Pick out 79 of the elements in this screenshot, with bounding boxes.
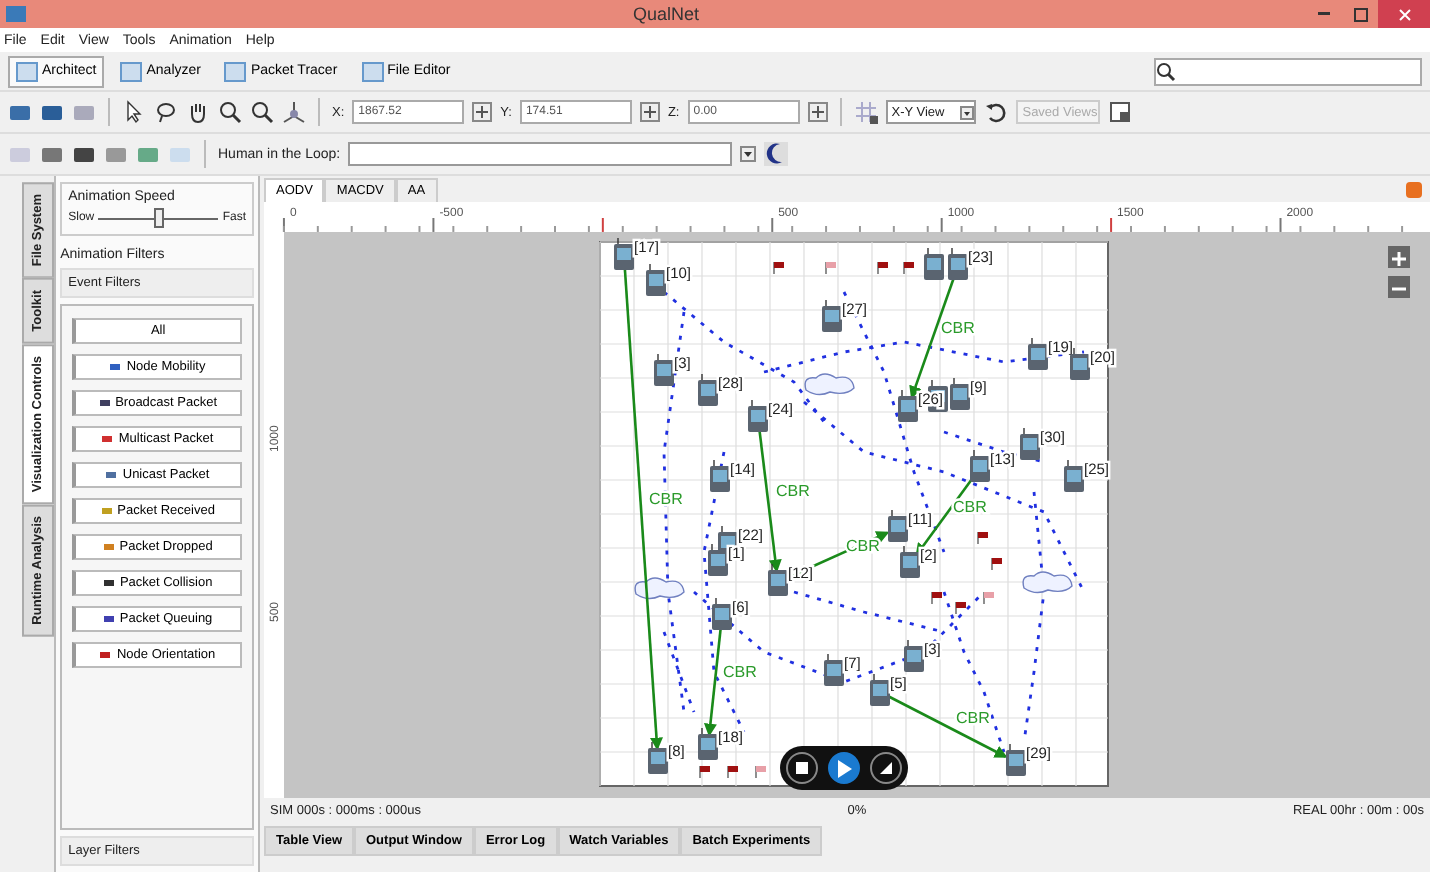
play-button[interactable] [827,752,860,784]
cloud-icon [634,577,685,600]
device-icon [1006,743,1026,776]
flag-icon [755,765,766,779]
device-icon [614,237,634,270]
device-icon [824,653,844,686]
zoom-out-icon[interactable] [250,100,274,124]
search-field[interactable] [1154,57,1422,85]
link-label: CBR [956,709,990,727]
hand-icon[interactable] [186,100,210,124]
dropdown-icon [960,105,975,119]
link-label: CBR [941,319,975,337]
device-icon [970,449,990,482]
flag-icon [699,765,710,779]
zoom-in-icon[interactable] [218,100,242,124]
link-label: CBR [723,663,757,681]
cloud-icon [804,373,855,396]
stop-button[interactable] [785,752,818,784]
window-title: QualNet [630,4,702,24]
spinner-icon[interactable] [639,102,660,122]
play-icon [835,759,852,777]
link-label: CBR [776,482,810,500]
search-icon [1156,61,1176,81]
flag-icon [991,557,1002,571]
device-icon [648,741,668,774]
device-icon [654,353,674,386]
lasso-icon[interactable] [154,100,178,124]
flag-icon [877,261,888,275]
human-in-the-loop-field[interactable] [348,142,733,166]
flag-icon [727,765,738,779]
device-icon [708,543,728,576]
stop-icon [795,762,808,774]
axes-icon[interactable] [282,100,306,124]
device-icon [1064,459,1084,492]
device-icon [900,545,920,578]
device-icon [898,389,918,422]
link-label: CBR [953,498,987,516]
device-icon [888,509,908,542]
flag-icon [903,261,914,275]
flag-icon [931,591,942,605]
grid-icon[interactable] [853,100,878,124]
device-icon [710,459,730,492]
app-icon [6,6,26,22]
refresh-icon[interactable] [984,100,1009,124]
device-icon [1020,427,1040,460]
device-icon [950,377,970,410]
flag-icon [825,261,836,275]
close-icon[interactable] [1378,0,1430,28]
plus-icon [1388,248,1410,270]
device-icon [948,247,968,280]
link-label: CBR [649,490,683,508]
slider-thumb[interactable] [154,208,165,228]
spinner-icon[interactable] [807,102,828,122]
device-icon [768,563,788,596]
device-icon [870,673,890,706]
flag-icon [977,531,988,545]
device-icon [924,247,944,280]
flag-icon [773,261,784,275]
moon-icon[interactable] [764,142,789,166]
flag-icon [983,591,994,605]
device-icon [904,639,924,672]
zoom-out-button[interactable] [1388,276,1410,298]
flag-icon [955,601,966,615]
device-icon [822,299,842,332]
device-icon [748,399,768,432]
spinner-icon[interactable] [472,102,493,122]
window-icon[interactable] [1107,100,1132,124]
dropdown-icon[interactable] [740,146,757,162]
device-icon [698,373,718,406]
device-icon [1070,347,1090,380]
device-icon [698,727,718,760]
step-icon [880,762,893,774]
device-icon [1028,337,1048,370]
cloud-icon [1022,571,1073,594]
pointer-icon[interactable] [122,100,146,124]
step-button[interactable] [870,752,903,784]
device-icon [712,597,732,630]
zoom-in-button[interactable] [1388,246,1410,268]
device-icon [646,263,666,296]
